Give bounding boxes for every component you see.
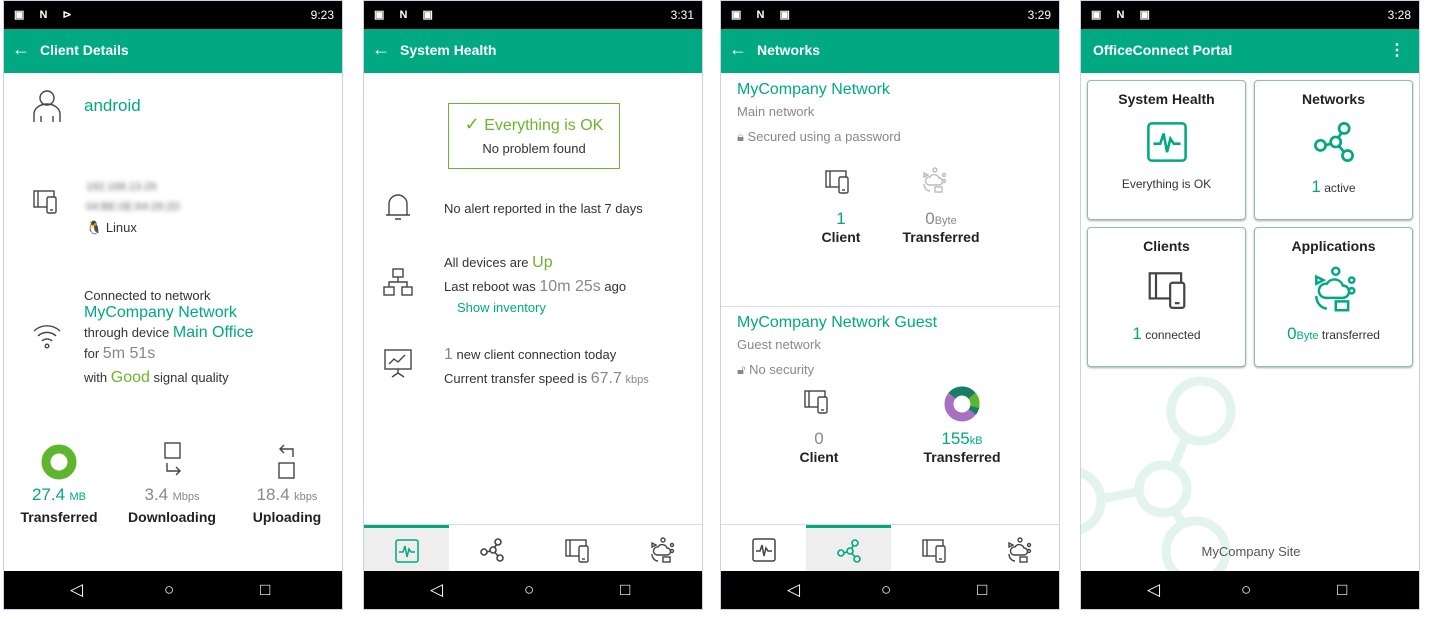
download-icon [164,442,181,476]
system-health-screen: ▣ N ▣ 3:31 ← System Health ✓ Everything is… [363,0,703,610]
devices-icon [564,538,589,563]
recents-nav-icon[interactable]: □ [260,580,270,600]
linux-icon: 🐧 [86,220,103,235]
back-arrow-icon[interactable]: ← [372,39,390,60]
pulse-icon [1146,122,1187,162]
nav-bar: ◁ ○ □ [721,571,1059,609]
page-title: System Health [400,42,497,58]
devices-icon [33,190,57,214]
home-nav-icon[interactable]: ○ [881,580,891,600]
page-title: Networks [757,42,821,58]
applications-icon [650,536,674,563]
donut-icon [944,386,980,422]
status-bar: ▣ N ▣ 3:28 [1081,1,1419,29]
nav-bar: ◁ ○ □ [4,571,342,609]
app-bar: ← Networks [721,29,1059,73]
tab-clients[interactable] [534,525,619,574]
network-icon [836,539,861,563]
back-nav-icon[interactable]: ◁ [70,580,83,600]
tab-system-health[interactable] [721,525,806,574]
check-icon: ✓ [464,114,480,134]
tab-networks[interactable] [449,525,534,574]
tab-applications[interactable] [619,525,702,574]
pulse-icon [751,537,776,562]
pulse-icon [394,539,419,563]
network-item[interactable]: MyCompany Network Guest Guest network 🔓︎… [721,307,1059,523]
ip-address: 192.168.13.29 [86,181,157,193]
health-status-box: ✓ Everything is OK No problem found [448,103,620,169]
person-icon [33,90,61,122]
app-bar: ← System Health [364,29,702,73]
bottom-tabs [721,524,1059,574]
nav-bar: ◁ ○ □ [1081,571,1419,609]
system-health-card[interactable]: System Health Everything is OK [1087,80,1246,220]
lock-icon: 🔒︎ [737,129,744,144]
page-title: Client Details [40,42,129,58]
status-bar: ▣ N ⊳ 9:23 [4,1,342,29]
network-link[interactable]: MyCompany Network [84,304,237,322]
wifi-icon [33,325,61,349]
bottom-tabs [364,524,702,574]
tab-applications[interactable] [976,525,1059,574]
back-nav-icon[interactable]: ◁ [1147,580,1160,600]
back-arrow-icon[interactable]: ← [729,39,747,60]
device-link[interactable]: Main Office [173,324,254,341]
home-nav-icon[interactable]: ○ [524,580,534,600]
site-background-graphic [1081,376,1236,571]
status-bar: ▣ N ▣ 3:31 [364,1,702,29]
applications-icon [923,167,947,193]
more-menu-icon[interactable]: ⋮ [1389,40,1405,60]
applications-card[interactable]: Applications 0Byte transferred [1254,227,1413,367]
tab-networks[interactable] [806,525,891,574]
bell-icon [386,194,410,220]
portal-screen: ▣ N ▣ 3:28 OfficeConnect Portal ⋮ System H… [1080,0,1420,610]
mac-address: 04:BE:0E:64:29:2D [86,201,181,213]
nav-bar: ◁ ○ □ [364,571,702,609]
home-nav-icon[interactable]: ○ [1241,580,1251,600]
clients-card[interactable]: Clients 1 connected [1087,227,1246,367]
recents-nav-icon[interactable]: □ [1337,580,1347,600]
home-nav-icon[interactable]: ○ [164,580,174,600]
donut-icon [41,444,77,480]
devices-icon [921,538,946,563]
network-item[interactable]: MyCompany Network Main network 🔒︎ Secure… [721,73,1059,306]
network-icon [479,537,504,562]
network-icon [1313,122,1354,162]
upload-icon [278,444,295,479]
networks-card[interactable]: Networks 1 active [1254,80,1413,220]
topology-icon [383,268,413,296]
applications-icon [1007,536,1031,563]
back-nav-icon[interactable]: ◁ [787,580,800,600]
tab-clients[interactable] [891,525,976,574]
site-name: MyCompany Site [1201,544,1301,559]
applications-icon [1314,266,1356,312]
back-nav-icon[interactable]: ◁ [430,580,443,600]
devices-icon [1148,272,1185,309]
tab-system-health[interactable] [364,525,449,574]
show-inventory-link[interactable]: Show inventory [457,300,546,315]
recents-nav-icon[interactable]: □ [977,580,987,600]
presentation-chart-icon [384,349,412,378]
duration: 5m 51s [102,345,156,362]
back-arrow-icon[interactable]: ← [12,39,30,60]
quality: Good [110,369,150,386]
networks-screen: ▣ N ▣ 3:29 ← Networks MyCompany Network Ma… [720,0,1060,610]
client-name: android [84,96,141,115]
client-details-screen: ▣ N ⊳ 9:23 ← Client Details android 192.16… [3,0,343,610]
os-label: 🐧 Linux [86,220,137,235]
app-bar: OfficeConnect Portal ⋮ [1081,29,1419,73]
unlock-icon: 🔓︎ [737,362,746,377]
devices-icon [825,170,849,194]
devices-icon [804,390,828,414]
recents-nav-icon[interactable]: □ [620,580,630,600]
status-bar: ▣ N ▣ 3:29 [721,1,1059,29]
page-title: OfficeConnect Portal [1093,42,1233,58]
app-bar: ← Client Details [4,29,342,73]
